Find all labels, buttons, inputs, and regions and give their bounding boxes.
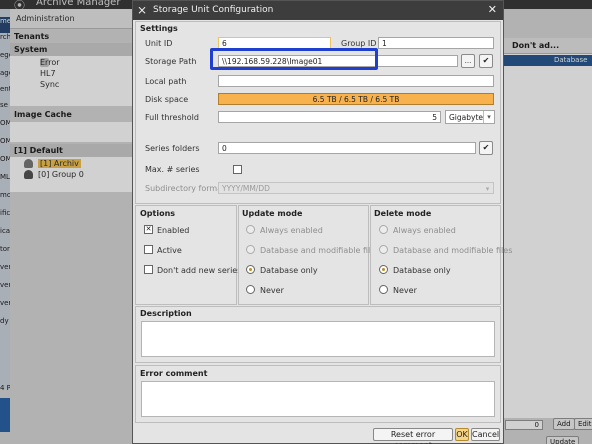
disk-space-bar: 6.5 TB / 6.5 TB / 6.5 TB bbox=[218, 93, 494, 105]
delete-db-files-label: Database and modifiable files bbox=[393, 246, 513, 255]
update-db-only-radio[interactable] bbox=[246, 265, 255, 274]
error-comment-textarea[interactable] bbox=[141, 381, 495, 417]
storage-path-highlight bbox=[210, 48, 378, 70]
settings-title: Settings bbox=[140, 24, 178, 33]
series-folders-label: Series folders bbox=[145, 144, 200, 153]
delete-mode-section bbox=[370, 205, 501, 305]
max-series-checkbox[interactable] bbox=[233, 165, 242, 174]
delete-always-label: Always enabled bbox=[393, 226, 456, 235]
delete-never-radio[interactable] bbox=[379, 285, 388, 294]
local-path-field[interactable] bbox=[218, 75, 494, 87]
full-threshold-label: Full threshold bbox=[145, 113, 199, 122]
radio-selected-icon bbox=[382, 268, 385, 271]
unit-id-label: Unit ID bbox=[145, 39, 173, 48]
dialog-title: Storage Unit Configuration bbox=[153, 5, 274, 15]
storage-path-label: Storage Path bbox=[145, 57, 197, 66]
error-comment-title: Error comment bbox=[140, 369, 208, 378]
description-textarea[interactable] bbox=[141, 321, 495, 357]
chevron-down-icon: ▾ bbox=[485, 185, 490, 193]
active-checkbox[interactable] bbox=[144, 245, 153, 254]
app-logo-icon: ⨯ bbox=[137, 3, 148, 17]
update-always-radio[interactable] bbox=[246, 225, 255, 234]
dialog-titlebar[interactable]: ⨯ Storage Unit Configuration ✕ bbox=[133, 1, 503, 20]
local-path-label: Local path bbox=[145, 77, 187, 86]
options-title: Options bbox=[140, 209, 176, 218]
ok-button[interactable]: OK bbox=[455, 428, 469, 441]
delete-db-only-radio[interactable] bbox=[379, 265, 388, 274]
update-always-label: Always enabled bbox=[260, 226, 323, 235]
group-id-field[interactable]: 1 bbox=[378, 37, 494, 49]
update-never-label: Never bbox=[260, 286, 284, 295]
reset-error-comment-button[interactable]: Reset error comment bbox=[373, 428, 453, 444]
max-series-label: Max. # series bbox=[145, 165, 200, 174]
enabled-label: Enabled bbox=[157, 226, 190, 235]
active-label: Active bbox=[157, 246, 182, 255]
confirm-series-button[interactable]: ✔ bbox=[479, 141, 493, 155]
enabled-checkbox[interactable]: ✕ bbox=[144, 225, 153, 234]
delete-db-files-radio[interactable] bbox=[379, 245, 388, 254]
threshold-unit-value: Gigabyte bbox=[449, 113, 484, 122]
delete-always-radio[interactable] bbox=[379, 225, 388, 234]
delete-db-only-label: Database only bbox=[393, 266, 451, 275]
update-db-files-label: Database and modifiable files bbox=[260, 246, 380, 255]
update-db-only-label: Database only bbox=[260, 266, 318, 275]
checkmark-icon: ✕ bbox=[145, 225, 152, 233]
update-never-radio[interactable] bbox=[246, 285, 255, 294]
update-mode-title: Update mode bbox=[242, 209, 303, 218]
threshold-unit-select[interactable]: Gigabyte ▾ bbox=[445, 110, 495, 124]
radio-selected-icon bbox=[249, 268, 252, 271]
browse-button[interactable]: ... bbox=[461, 54, 475, 68]
update-db-files-radio[interactable] bbox=[246, 245, 255, 254]
dont-add-series-label: Don't add new series bbox=[157, 266, 242, 275]
chevron-down-icon: ▾ bbox=[483, 111, 494, 123]
series-folders-field[interactable]: 0 bbox=[218, 142, 476, 154]
subdirectory-format-value: YYYY/MM/DD bbox=[222, 184, 270, 193]
delete-mode-title: Delete mode bbox=[374, 209, 432, 218]
disk-space-label: Disk space bbox=[145, 95, 189, 104]
close-icon[interactable]: ✕ bbox=[488, 3, 497, 16]
check-icon: ✔ bbox=[482, 56, 490, 65]
cancel-button[interactable]: Cancel bbox=[471, 428, 500, 441]
group-id-label: Group ID bbox=[341, 39, 377, 48]
subdirectory-format-label: Subdirectory format bbox=[145, 184, 226, 193]
check-icon: ✔ bbox=[482, 143, 490, 152]
confirm-path-button[interactable]: ✔ bbox=[479, 54, 493, 68]
dont-add-series-checkbox[interactable] bbox=[144, 265, 153, 274]
subdirectory-format-select[interactable]: YYYY/MM/DD ▾ bbox=[218, 182, 494, 194]
update-mode-section bbox=[238, 205, 369, 305]
delete-never-label: Never bbox=[393, 286, 417, 295]
description-title: Description bbox=[140, 309, 192, 318]
options-section bbox=[135, 205, 237, 305]
full-threshold-field[interactable]: 5 bbox=[218, 111, 441, 123]
